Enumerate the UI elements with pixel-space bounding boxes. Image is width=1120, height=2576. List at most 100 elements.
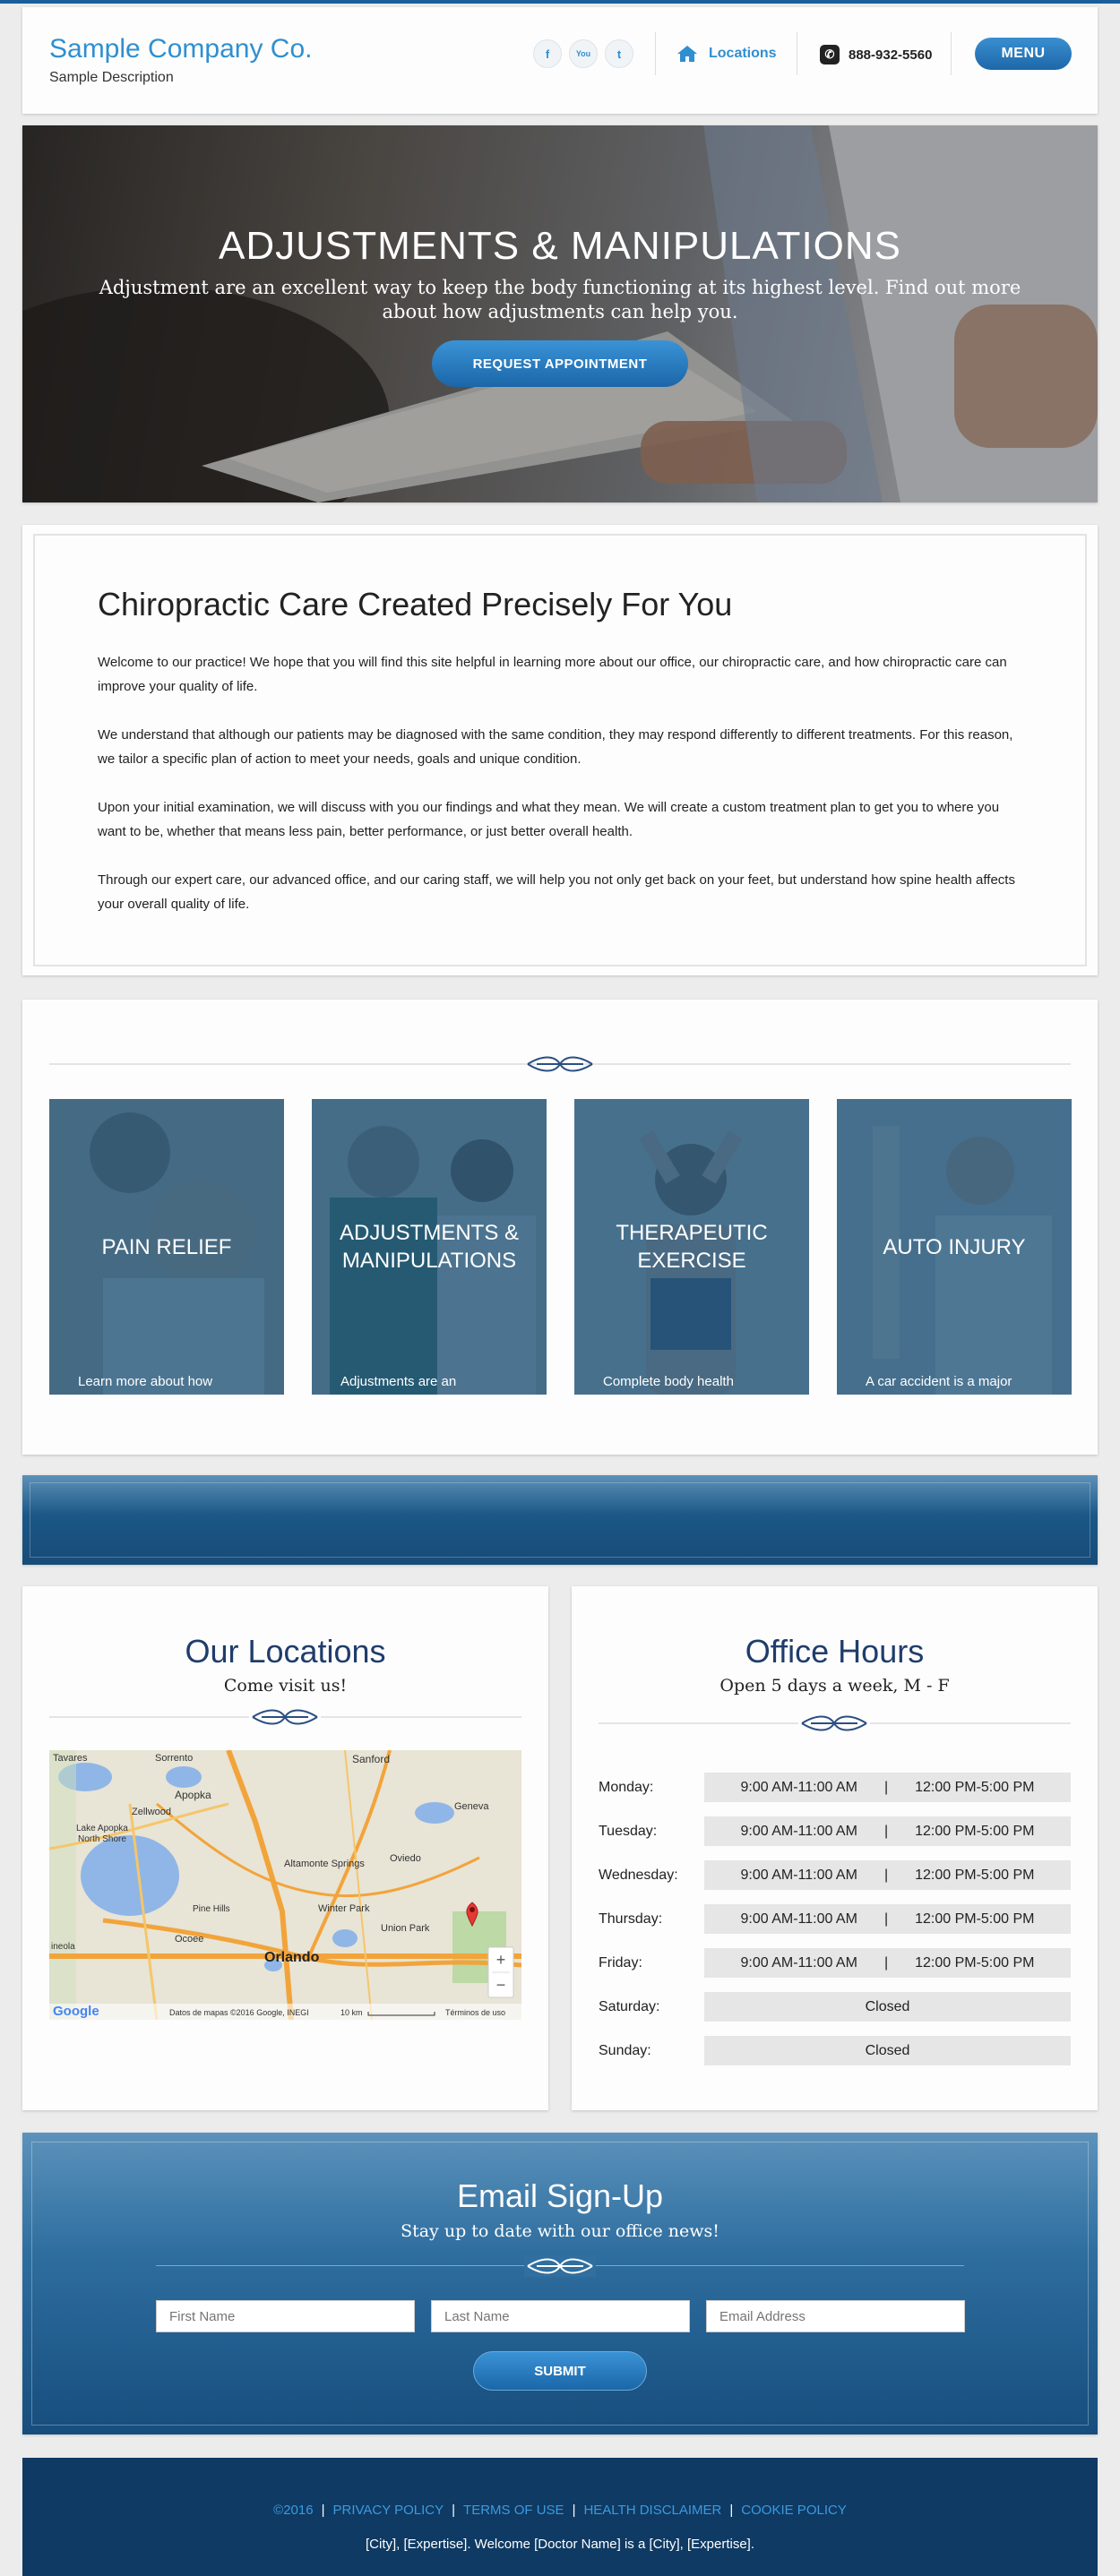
hours-subtitle: Open 5 days a week, M - F bbox=[719, 1676, 950, 1696]
hours-value: 9:00 AM-11:00 AM | 12:00 PM-5:00 PM bbox=[704, 1773, 1071, 1802]
hours-am: 9:00 AM-11:00 AM bbox=[740, 1867, 857, 1883]
hours-row-monday: Monday: 9:00 AM-11:00 AM | 12:00 PM-5:00 P… bbox=[599, 1765, 1071, 1809]
footer-separator: | bbox=[452, 2503, 456, 2518]
hours-pm: 12:00 PM-5:00 PM bbox=[915, 1823, 1035, 1839]
map-label: Lake Apopka bbox=[76, 1824, 128, 1833]
hours-day: Thursday: bbox=[599, 1911, 663, 1927]
hours-pm: 12:00 PM-5:00 PM bbox=[915, 1911, 1035, 1927]
twitter-icon[interactable]: t bbox=[605, 39, 633, 68]
hours-row-wednesday: Wednesday: 9:00 AM-11:00 AM | 12:00 PM-5:0… bbox=[599, 1853, 1071, 1897]
hours-am: 9:00 AM-11:00 AM bbox=[740, 1911, 857, 1927]
zoom-in-button[interactable]: + bbox=[496, 1951, 506, 1969]
privacy-policy-link[interactable]: PRIVACY POLICY bbox=[332, 2503, 444, 2518]
terms-of-use-link[interactable]: TERMS OF USE bbox=[463, 2503, 564, 2518]
map-scale-label: 10 km bbox=[340, 2008, 363, 2017]
hours-value: 9:00 AM-11:00 AM | 12:00 PM-5:00 PM bbox=[704, 1948, 1071, 1978]
hours-day: Sunday: bbox=[599, 2042, 651, 2058]
hours-table: Monday: 9:00 AM-11:00 AM | 12:00 PM-5:00 P… bbox=[599, 1765, 1071, 2073]
hours-separator: | bbox=[883, 1779, 889, 1795]
brand[interactable]: Sample Company Co. Sample Description bbox=[49, 34, 312, 86]
map-label: ineola bbox=[51, 1942, 75, 1952]
hours-am: 9:00 AM-11:00 AM bbox=[740, 1779, 857, 1795]
footer-separator: | bbox=[572, 2503, 576, 2518]
last-name-input[interactable] bbox=[431, 2300, 690, 2332]
hours-am: 9:00 AM-11:00 AM bbox=[740, 1954, 857, 1971]
hours-day: Monday: bbox=[599, 1779, 654, 1795]
first-name-input[interactable] bbox=[156, 2300, 415, 2332]
brand-name[interactable]: Sample Company Co. bbox=[49, 34, 312, 64]
hours-day: Saturday: bbox=[599, 1998, 660, 2014]
map-label: Oviedo bbox=[390, 1853, 421, 1864]
service-card-title: PAIN RELIEF bbox=[101, 1234, 232, 1259]
menu-button[interactable]: MENU bbox=[975, 38, 1072, 70]
service-card-pain-relief[interactable]: PAIN RELIEF Learn more about how bbox=[49, 1099, 284, 1395]
hero-content: ADJUSTMENTS & MANIPULATIONS Adjustment a… bbox=[22, 224, 1098, 387]
locations-section: Our Locations Come visit us! Tavares Sor bbox=[22, 1586, 548, 2110]
map-terms-link[interactable]: Términos de uso bbox=[445, 2008, 505, 2017]
hours-title: Office Hours bbox=[745, 1633, 925, 1670]
google-logo: Google bbox=[53, 2004, 99, 2019]
youtube-icon[interactable]: You bbox=[569, 39, 598, 68]
hours-row-sunday: Sunday: Closed bbox=[599, 2029, 1071, 2073]
location-map[interactable]: Tavares Sorrento Sanford Zellwood Lake A… bbox=[49, 1750, 521, 2020]
phone-link[interactable]: ✆ 888-932-5560 bbox=[820, 45, 932, 64]
hours-separator: | bbox=[883, 1954, 889, 1971]
office-hours-section: Office Hours Open 5 days a week, M - F M… bbox=[572, 1586, 1098, 2110]
service-cards: PAIN RELIEF Learn more about how ADJUSTM… bbox=[49, 1099, 1072, 1395]
email-subtitle: Stay up to date with our office news! bbox=[401, 2221, 719, 2241]
facebook-icon[interactable]: f bbox=[533, 39, 562, 68]
hero-banner: ADJUSTMENTS & MANIPULATIONS Adjustment a… bbox=[22, 125, 1098, 502]
map-label: Geneva bbox=[454, 1801, 489, 1812]
intro-section: Chiropractic Care Created Precisely For … bbox=[22, 525, 1098, 975]
cookie-policy-link[interactable]: COOKIE POLICY bbox=[741, 2503, 847, 2518]
hours-pm: 12:00 PM-5:00 PM bbox=[915, 1779, 1035, 1795]
header-divider bbox=[655, 32, 656, 75]
footer-note: [City], [Expertise]. Welcome [Doctor Nam… bbox=[365, 2537, 754, 2552]
hero-title: ADJUSTMENTS & MANIPULATIONS bbox=[218, 224, 902, 268]
site-footer: ©2016 | PRIVACY POLICY | TERMS OF USE | HEALTH… bbox=[22, 2458, 1098, 2576]
map-label: Orlando bbox=[264, 1950, 320, 1965]
hours-am: 9:00 AM-11:00 AM bbox=[740, 1823, 857, 1839]
hours-day: Friday: bbox=[599, 1954, 642, 1971]
services-section: PAIN RELIEF Learn more about how ADJUSTM… bbox=[22, 1000, 1098, 1455]
service-card-title: ADJUSTMENTS & MANIPULATIONS bbox=[339, 1221, 519, 1273]
service-card-adjustments[interactable]: ADJUSTMENTS & MANIPULATIONS Adjustments … bbox=[312, 1099, 547, 1395]
email-input[interactable] bbox=[706, 2300, 965, 2332]
intro-paragraph: Upon your initial examination, we will d… bbox=[98, 800, 1000, 839]
email-signup-section: Email Sign-Up Stay up to date with our o… bbox=[22, 2133, 1098, 2434]
submit-button[interactable]: SUBMIT bbox=[473, 2351, 647, 2391]
phone-number: 888-932-5560 bbox=[849, 47, 933, 63]
zoom-out-button[interactable]: − bbox=[496, 1976, 506, 1994]
hours-row-tuesday: Tuesday: 9:00 AM-11:00 AM | 12:00 PM-5:00 … bbox=[599, 1809, 1071, 1853]
health-disclaimer-link[interactable]: HEALTH DISCLAIMER bbox=[583, 2503, 721, 2518]
brand-description: Sample Description bbox=[49, 70, 174, 85]
hours-separator: | bbox=[883, 1911, 889, 1927]
signup-form bbox=[156, 2300, 965, 2332]
hours-pm: 12:00 PM-5:00 PM bbox=[915, 1954, 1035, 1971]
footer-separator: | bbox=[729, 2503, 734, 2518]
email-title: Email Sign-Up bbox=[456, 2177, 664, 2214]
blue-banner bbox=[22, 1475, 1098, 1565]
service-card-title: AUTO INJURY bbox=[883, 1234, 1026, 1259]
locations-label: Locations bbox=[709, 46, 777, 61]
service-card-title: THERAPEUTIC EXERCISE bbox=[616, 1221, 768, 1273]
home-icon bbox=[677, 46, 697, 62]
flourish-ornament-icon bbox=[249, 1706, 321, 1728]
hours-row-thursday: Thursday: 9:00 AM-11:00 AM | 12:00 PM-5:00… bbox=[599, 1897, 1071, 1941]
request-appointment-button[interactable]: REQUEST APPOINTMENT bbox=[432, 340, 688, 387]
service-card-auto-injury[interactable]: AUTO INJURY A car accident is a major bbox=[837, 1099, 1072, 1395]
hours-separator: | bbox=[883, 1823, 889, 1839]
map-label: Altamonte Springs bbox=[284, 1859, 365, 1869]
flourish-ornament-icon bbox=[527, 1056, 593, 1072]
map-label: Apopka bbox=[175, 1789, 211, 1801]
hours-separator: | bbox=[883, 1867, 889, 1883]
service-card-therapeutic-exercise[interactable]: THERAPEUTIC EXERCISE Complete body healt… bbox=[574, 1099, 809, 1395]
map-label: Pine Hills bbox=[193, 1904, 230, 1914]
hours-row-friday: Friday: 9:00 AM-11:00 AM | 12:00 PM-5:00 P… bbox=[599, 1941, 1071, 1985]
hours-value: 9:00 AM-11:00 AM | 12:00 PM-5:00 PM bbox=[704, 1860, 1071, 1890]
hours-value: Closed bbox=[704, 2036, 1071, 2065]
footer-links: ©2016 | PRIVACY POLICY | TERMS OF USE | HEALTH… bbox=[22, 2503, 1098, 2518]
locations-link[interactable]: Locations bbox=[676, 45, 777, 63]
locations-subtitle: Come visit us! bbox=[223, 1676, 348, 1696]
map-label: Sorrento bbox=[155, 1753, 193, 1764]
